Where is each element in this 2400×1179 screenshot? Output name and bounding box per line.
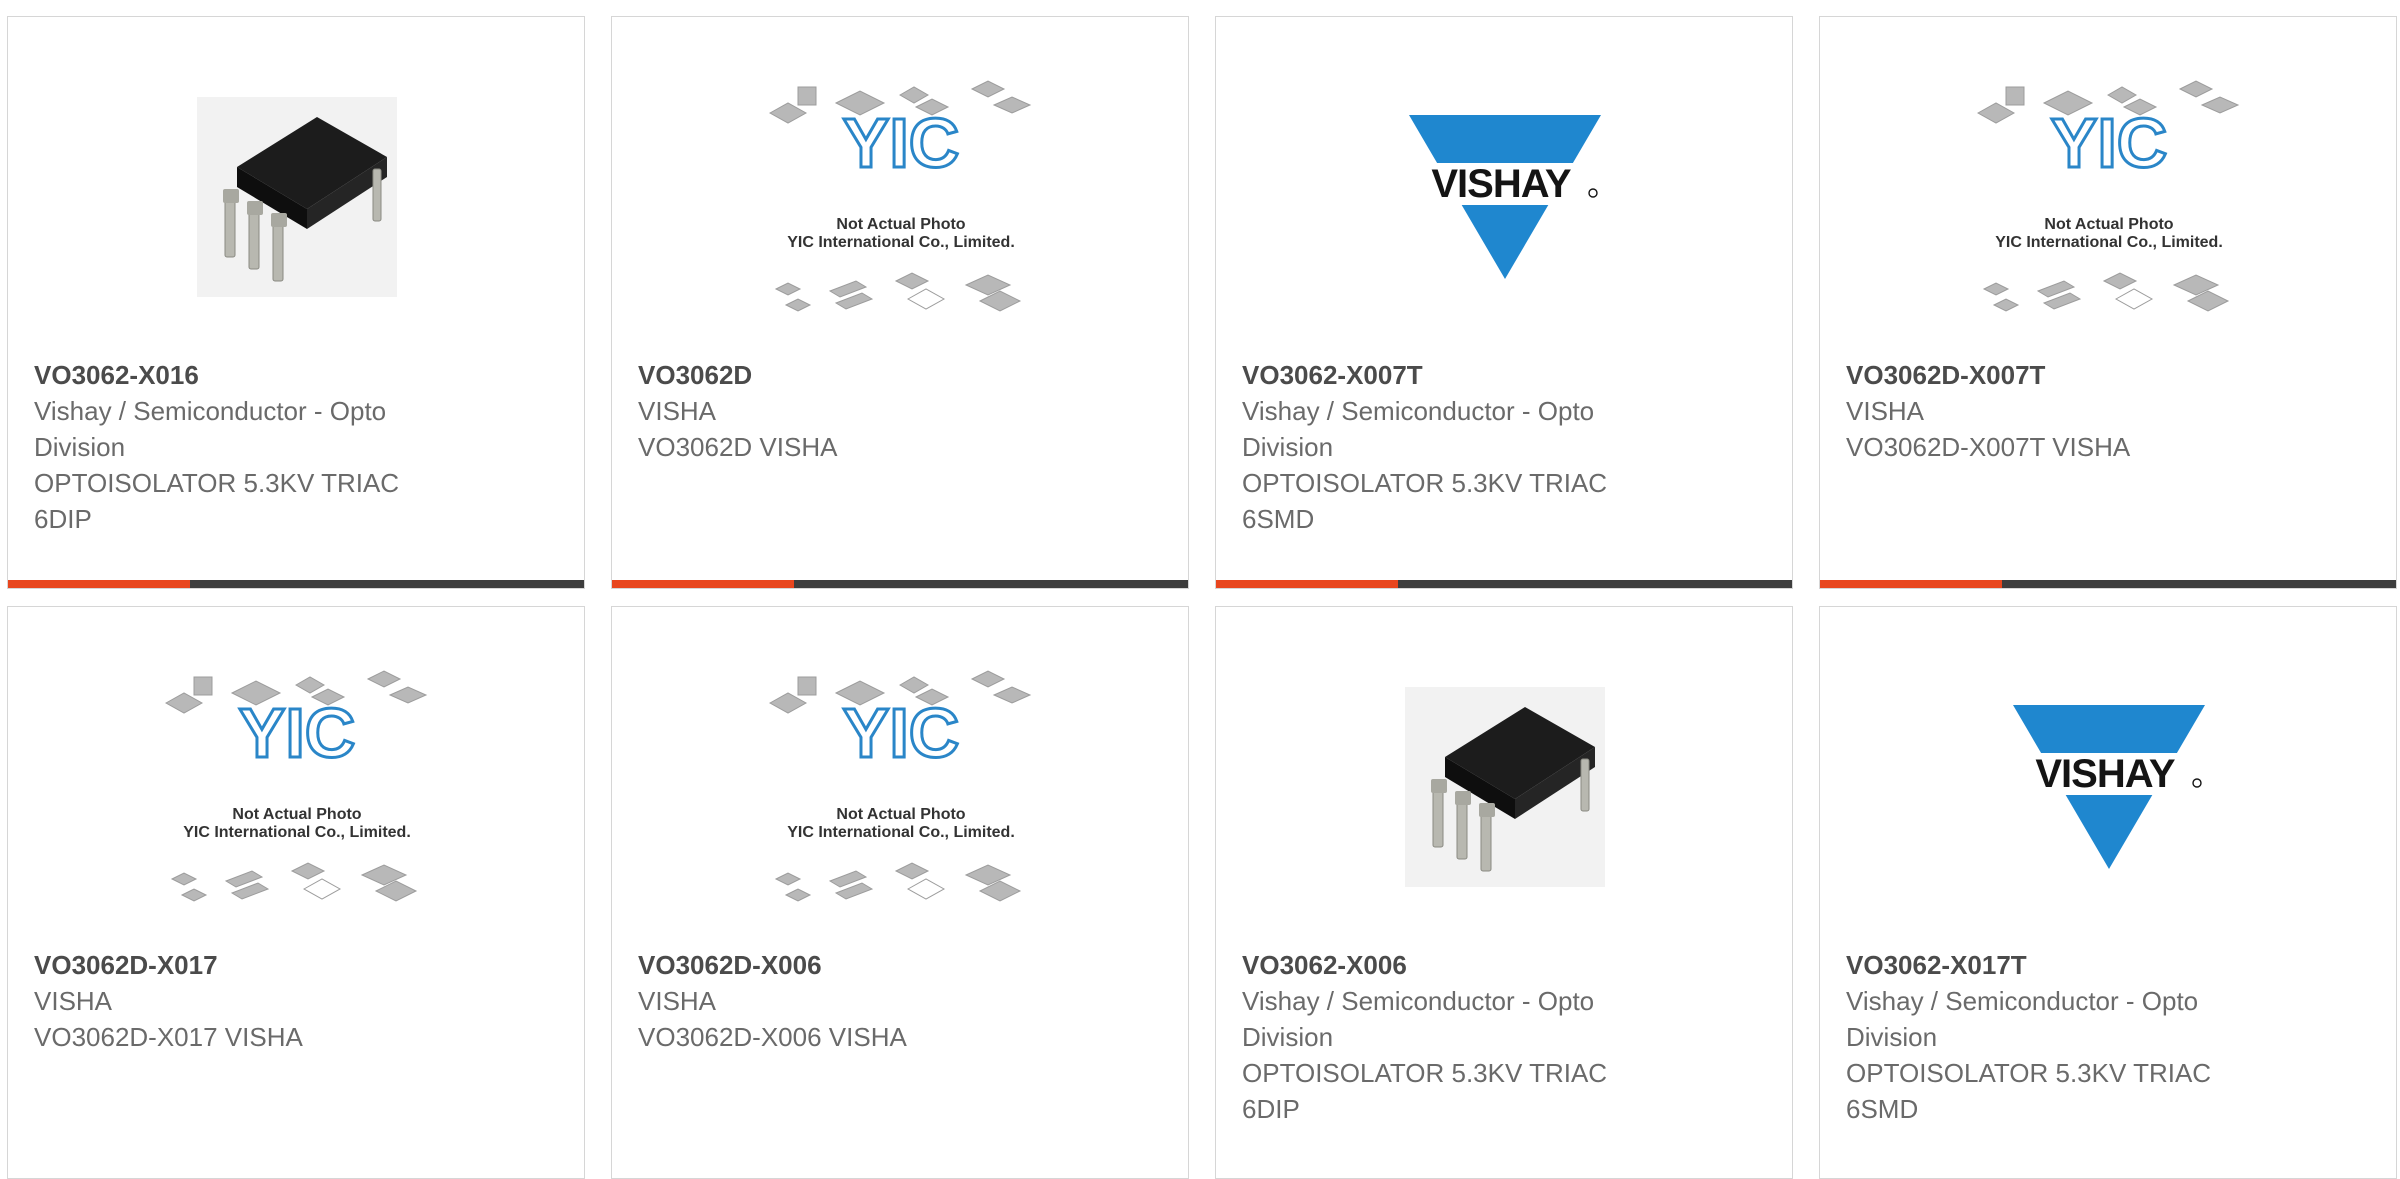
vishay-logo-icon: VISHAY	[2009, 705, 2209, 869]
product-info: VO3062D-X007T VISHA VO3062D-X007T VISHA	[1846, 357, 2266, 465]
product-image[interactable]: YIC Not Actual Photo YIC International C…	[612, 647, 1188, 927]
product-info: VO3062D-X006 VISHA VO3062D-X006 VISHA	[638, 947, 1058, 1055]
product-desc-line: OPTOISOLATOR 5.3KV TRIAC	[1242, 468, 1608, 498]
product-desc-line: VISHA	[34, 986, 113, 1016]
vishay-logo-icon: VISHAY	[1405, 115, 1605, 279]
product-card[interactable]: YIC Not Actual Photo YIC International C…	[611, 606, 1189, 1179]
product-desc-line: 6SMD	[1242, 504, 1315, 534]
svg-text:YIC International Co., Limited: YIC International Co., Limited.	[787, 234, 1015, 251]
product-info: VO3062-X017T Vishay / Semiconductor - Op…	[1846, 947, 2266, 1127]
svg-text:VISHAY: VISHAY	[1431, 162, 1572, 206]
product-desc-line: VO3062D-X017 VISHA	[34, 1022, 303, 1052]
product-desc-line: VISHA	[638, 986, 717, 1016]
product-grid: VO3062-X016 Vishay / Semiconductor - Opt…	[0, 0, 2400, 1179]
product-image[interactable]: VISHAY	[1216, 57, 1792, 337]
product-image[interactable]	[8, 57, 584, 337]
product-desc-line: Division	[1242, 432, 1334, 462]
product-desc-line: Vishay / Semiconductor - Opto	[34, 396, 387, 426]
product-card[interactable]: VISHAY VO3062-X017T Vishay / Semiconduct…	[1819, 606, 2397, 1179]
product-desc-line: 6DIP	[34, 504, 92, 534]
part-number-link[interactable]: VO3062-X016	[34, 357, 454, 393]
svg-text:Not Actual Photo: Not Actual Photo	[2044, 216, 2173, 233]
product-image[interactable]: YIC Not Actual Photo YIC International C…	[8, 647, 584, 927]
product-desc-line: Vishay / Semiconductor - Opto	[1242, 396, 1595, 426]
product-desc-line: VO3062D VISHA	[638, 432, 838, 462]
product-image[interactable]: VISHAY	[1820, 647, 2396, 927]
svg-text:YIC International Co., Limited: YIC International Co., Limited.	[787, 824, 1015, 841]
product-desc-line: VISHA	[1846, 396, 1925, 426]
product-desc-line: OPTOISOLATOR 5.3KV TRIAC	[1242, 1058, 1608, 1088]
part-number-link[interactable]: VO3062D-X007T	[1846, 357, 2266, 393]
product-image[interactable]: YIC Not Actual Photo YIC International C…	[1820, 57, 2396, 337]
card-bottom-bar	[612, 580, 1188, 588]
product-desc-line: Division	[34, 432, 126, 462]
part-number-link[interactable]: VO3062-X017T	[1846, 947, 2266, 983]
svg-text:YIC: YIC	[843, 694, 960, 772]
product-image[interactable]	[1216, 647, 1792, 927]
dip6-chip-icon	[197, 97, 397, 297]
svg-text:YIC: YIC	[2051, 104, 2168, 182]
part-number-link[interactable]: VO3062D-X017	[34, 947, 454, 983]
product-image[interactable]: YIC Not Actual Photo YIC International C…	[612, 57, 1188, 337]
product-card[interactable]: VO3062-X006 Vishay / Semiconductor - Opt…	[1215, 606, 1793, 1179]
product-desc-line: VO3062D-X006 VISHA	[638, 1022, 907, 1052]
card-accent	[1820, 580, 2002, 588]
product-desc-line: OPTOISOLATOR 5.3KV TRIAC	[34, 468, 400, 498]
product-info: VO3062D VISHA VO3062D VISHA	[638, 357, 1058, 465]
part-number-link[interactable]: VO3062D-X006	[638, 947, 1058, 983]
product-card[interactable]: VISHAY VO3062-X007T Vishay / Semiconduct…	[1215, 16, 1793, 589]
product-info: VO3062-X007T Vishay / Semiconductor - Op…	[1242, 357, 1662, 537]
dip6-chip-icon	[1405, 687, 1605, 887]
svg-text:YIC: YIC	[843, 104, 960, 182]
svg-text:YIC: YIC	[239, 694, 356, 772]
product-card[interactable]: YIC Not Actual Photo YIC International C…	[7, 606, 585, 1179]
svg-text:YIC International Co., Limited: YIC International Co., Limited.	[1995, 234, 2223, 251]
part-number-link[interactable]: VO3062-X006	[1242, 947, 1662, 983]
product-desc-line: Vishay / Semiconductor - Opto	[1846, 986, 2199, 1016]
card-bottom-bar	[1820, 580, 2396, 588]
product-desc-line: VISHA	[638, 396, 717, 426]
yic-placeholder-icon: YIC Not Actual Photo YIC International C…	[768, 80, 1032, 312]
product-info: VO3062-X006 Vishay / Semiconductor - Opt…	[1242, 947, 1662, 1127]
part-number-link[interactable]: VO3062D	[638, 357, 1058, 393]
product-desc-line: Division	[1846, 1022, 1938, 1052]
yic-placeholder-icon: YIC Not Actual Photo YIC International C…	[1976, 80, 2240, 312]
svg-text:Not Actual Photo: Not Actual Photo	[232, 806, 361, 823]
product-desc-line: Vishay / Semiconductor - Opto	[1242, 986, 1595, 1016]
product-desc-line: Division	[1242, 1022, 1334, 1052]
product-card[interactable]: VO3062-X016 Vishay / Semiconductor - Opt…	[7, 16, 585, 589]
card-accent	[8, 580, 190, 588]
card-bottom-bar	[1216, 580, 1792, 588]
product-card[interactable]: YIC Not Actual Photo YIC International C…	[611, 16, 1189, 589]
card-bottom-bar	[8, 580, 584, 588]
product-desc-line: 6SMD	[1846, 1094, 1919, 1124]
part-number-link[interactable]: VO3062-X007T	[1242, 357, 1662, 393]
product-desc-line: OPTOISOLATOR 5.3KV TRIAC	[1846, 1058, 2212, 1088]
svg-text:VISHAY: VISHAY	[2035, 752, 2176, 796]
product-desc-line: 6DIP	[1242, 1094, 1300, 1124]
yic-placeholder-icon: YIC Not Actual Photo YIC International C…	[164, 670, 428, 902]
svg-text:Not Actual Photo: Not Actual Photo	[836, 806, 965, 823]
yic-placeholder-icon: YIC Not Actual Photo YIC International C…	[768, 670, 1032, 902]
product-card[interactable]: YIC Not Actual Photo YIC International C…	[1819, 16, 2397, 589]
svg-text:YIC International Co., Limited: YIC International Co., Limited.	[183, 824, 411, 841]
product-desc-line: VO3062D-X007T VISHA	[1846, 432, 2131, 462]
card-accent	[612, 580, 794, 588]
product-info: VO3062D-X017 VISHA VO3062D-X017 VISHA	[34, 947, 454, 1055]
product-info: VO3062-X016 Vishay / Semiconductor - Opt…	[34, 357, 454, 537]
card-accent	[1216, 580, 1398, 588]
svg-text:Not Actual Photo: Not Actual Photo	[836, 216, 965, 233]
